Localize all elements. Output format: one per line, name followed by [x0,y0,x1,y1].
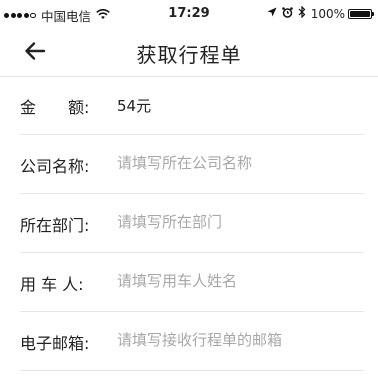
department-row: 所在部门: [20,194,364,253]
navigation-bar: 获取行程单 [0,26,378,77]
email-input[interactable] [117,328,357,352]
itinerary-form: 金 额: 54元 公司名称: 所在部门: 用 车 人: 电子邮箱: [0,76,378,371]
email-label: 电子邮箱: [20,334,90,353]
status-bar: 中国电信 17:29 100% [0,0,378,26]
page-title: 获取行程单 [136,43,242,67]
user-row: 用 车 人: [20,253,364,312]
battery-icon [348,8,374,19]
company-row: 公司名称: [20,135,364,194]
amount-value: 54元 [117,97,152,115]
company-name-input[interactable] [117,151,357,175]
department-input[interactable] [117,210,357,234]
battery-fill [350,10,370,17]
amount-row: 金 额: 54元 [20,76,364,135]
location-arrow-icon [267,7,277,20]
car-user-input[interactable] [117,269,357,293]
battery-percent: 100% [310,6,345,21]
amount-label: 金 额: [20,98,90,117]
alarm-icon [281,6,293,21]
email-row: 电子邮箱: [20,312,364,371]
user-label: 用 车 人: [20,275,84,294]
department-label: 所在部门: [20,216,90,235]
company-label: 公司名称: [20,157,90,176]
bluetooth-icon [298,5,306,21]
status-bar-right: 100% [267,5,374,21]
